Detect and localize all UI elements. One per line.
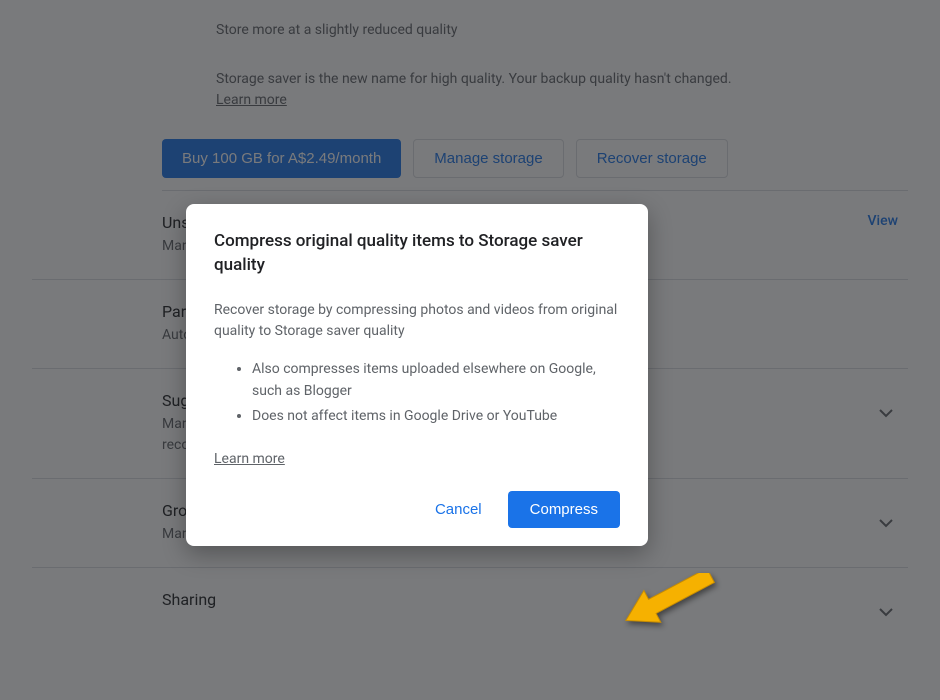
dialog-title: Compress original quality items to Stora… xyxy=(214,230,620,278)
dialog-actions: Cancel Compress xyxy=(214,491,620,528)
dialog-bullet-2: Does not affect items in Google Drive or… xyxy=(252,404,620,430)
dialog-bullet-1: Also compresses items uploaded elsewhere… xyxy=(252,357,620,404)
cancel-button[interactable]: Cancel xyxy=(417,491,500,528)
arrow-annotation-icon xyxy=(622,573,732,647)
dialog-list: Also compresses items uploaded elsewhere… xyxy=(252,357,620,430)
compress-button[interactable]: Compress xyxy=(508,491,620,528)
dialog-learn-more-link[interactable]: Learn more xyxy=(214,451,285,467)
compress-dialog: Compress original quality items to Stora… xyxy=(186,204,648,546)
dialog-body: Recover storage by compressing photos an… xyxy=(214,300,620,343)
modal-overlay: Compress original quality items to Stora… xyxy=(0,0,940,700)
